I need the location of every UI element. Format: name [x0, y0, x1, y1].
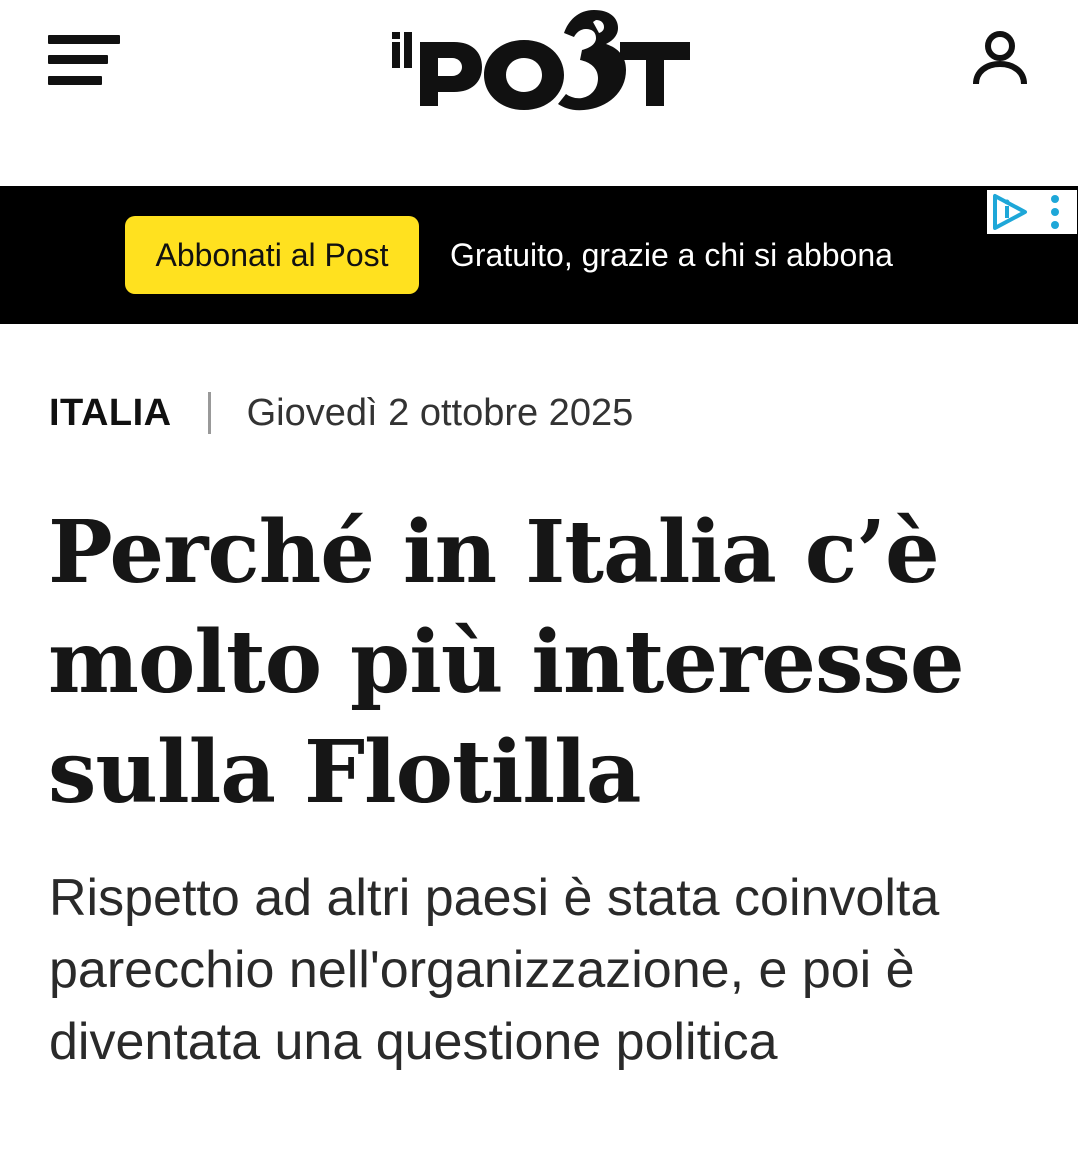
- article-date: Giovedì 2 ottobre 2025: [246, 391, 634, 434]
- meta-divider: [207, 392, 211, 434]
- hamburger-menu-icon[interactable]: [46, 33, 122, 89]
- subscription-banner: Abbonati al Post Gratuito, grazie a chi …: [0, 186, 1078, 324]
- banner-tagline: Gratuito, grazie a chi si abbona: [450, 237, 893, 273]
- site-logo[interactable]: [388, 4, 698, 116]
- subscribe-button[interactable]: Abbonati al Post: [125, 216, 419, 294]
- article-title: Perché in Italia c’è molto più interesse…: [48, 502, 965, 823]
- article-summary: Rispetto ad altri paesi è stata coinvolt…: [49, 869, 940, 1071]
- category-link[interactable]: ITALIA: [49, 392, 172, 435]
- article-meta: ITALIA Giovedì 2 ottobre 2025: [49, 386, 633, 440]
- user-icon[interactable]: [970, 30, 1030, 90]
- adchoices-icon[interactable]: [987, 190, 1077, 234]
- site-header: [0, 0, 1078, 186]
